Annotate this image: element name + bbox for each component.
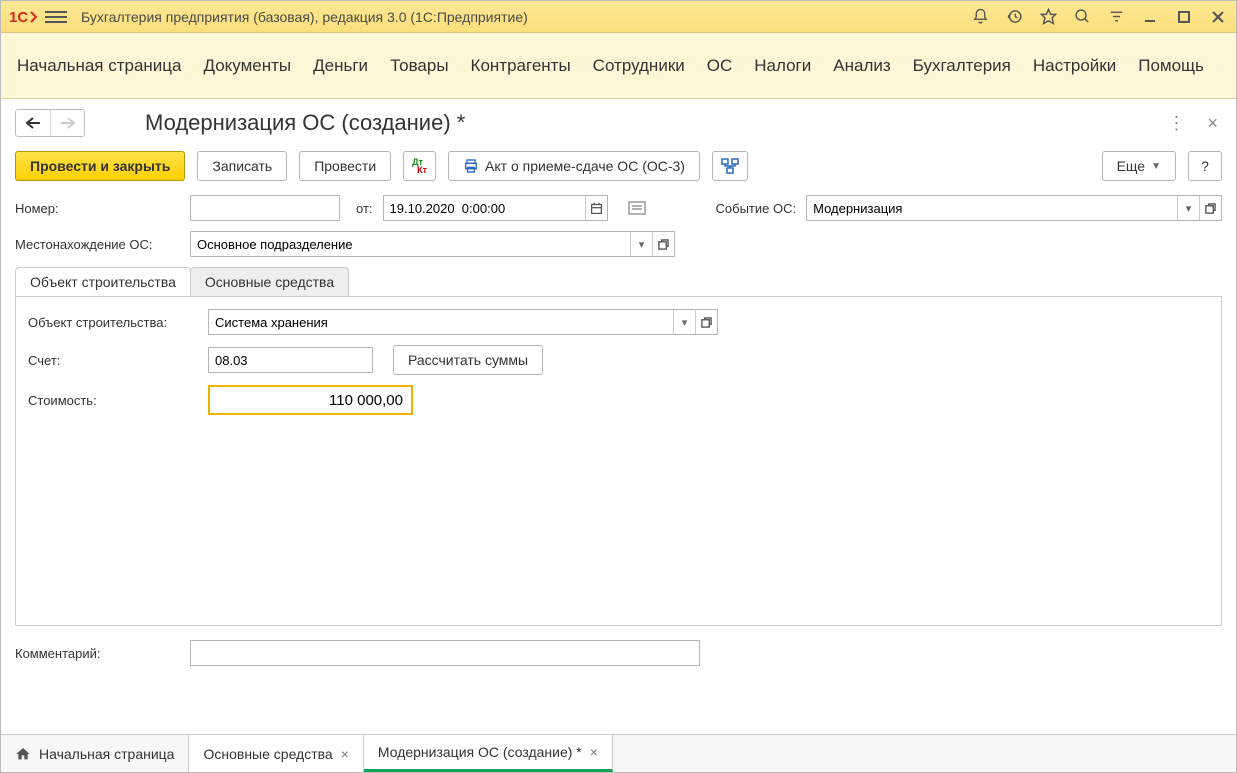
open-icon[interactable] [652,232,674,256]
content-area: Модернизация ОС (создание) * ⋮ × Провест… [1,99,1236,734]
number-label: Номер: [15,201,180,216]
date-input[interactable] [383,195,608,221]
window-tab-home[interactable]: Начальная страница [1,735,189,772]
menu-item-documents[interactable]: Документы [204,56,292,76]
tab-panel: Объект строительства: ▾ Счет: ▾ [15,296,1222,626]
open-icon[interactable] [695,310,717,334]
close-window-icon[interactable] [1208,7,1228,27]
close-tab-icon[interactable]: × [341,746,349,762]
menu-item-taxes[interactable]: Налоги [754,56,811,76]
comment-input[interactable] [190,640,700,666]
nav-back-button[interactable] [16,110,50,136]
chevron-down-icon[interactable]: ▾ [630,232,652,256]
object-label: Объект строительства: [28,315,198,330]
comment-label: Комментарий: [15,646,180,661]
chevron-down-icon[interactable]: ▾ [673,310,695,334]
more-label: Еще [1117,158,1146,174]
kebab-icon[interactable]: ⋮ [1163,113,1189,134]
close-page-icon[interactable]: × [1203,113,1222,134]
help-button[interactable]: ? [1188,151,1222,181]
more-button[interactable]: Еще ▼ [1102,151,1176,181]
app-logo: 1C [9,8,37,26]
post-and-close-button[interactable]: Провести и закрыть [15,151,185,181]
object-field[interactable] [209,310,673,334]
page-title: Модернизация ОС (создание) * [145,110,465,136]
svg-text:1C: 1C [9,9,28,26]
location-field[interactable] [191,232,630,256]
cost-label: Стоимость: [28,393,198,408]
tab-construction-object[interactable]: Объект строительства [15,267,191,296]
filter-icon[interactable] [1106,7,1126,27]
printer-icon [463,158,479,174]
dtkt-button[interactable]: Дт Кт [403,151,436,181]
print-act-label: Акт о приеме-сдаче ОС (ОС-3) [485,158,685,174]
list-icon[interactable] [628,201,646,215]
menu-item-help[interactable]: Помощь [1138,56,1204,76]
menu-item-home[interactable]: Начальная страница [17,56,182,76]
structure-icon [721,158,739,174]
print-act-button[interactable]: Акт о приеме-сдаче ОС (ОС-3) [448,151,700,181]
history-icon[interactable] [1004,7,1024,27]
chevron-down-icon: ▼ [1151,161,1161,172]
from-label: от: [356,201,373,216]
menu-item-employees[interactable]: Сотрудники [593,56,685,76]
location-label: Местонахождение ОС: [15,237,180,252]
menu-item-analysis[interactable]: Анализ [833,56,890,76]
account-field[interactable] [209,348,397,372]
event-label: Событие ОС: [716,201,797,216]
window-title: Бухгалтерия предприятия (базовая), редак… [81,9,970,25]
bell-icon[interactable] [970,7,990,27]
cost-input[interactable] [208,385,413,415]
object-combo[interactable]: ▾ [208,309,718,335]
event-field[interactable] [807,196,1177,220]
menu-item-settings[interactable]: Настройки [1033,56,1116,76]
account-combo[interactable]: ▾ [208,347,373,373]
window-tab-assets[interactable]: Основные средства × [189,735,363,772]
event-combo[interactable]: ▾ [806,195,1222,221]
menu-item-goods[interactable]: Товары [390,56,448,76]
hamburger-icon[interactable] [45,6,67,28]
menu-item-counterparties[interactable]: Контрагенты [471,56,571,76]
calculate-button[interactable]: Рассчитать суммы [393,345,543,375]
post-button[interactable]: Провести [299,151,391,181]
menu-item-money[interactable]: Деньги [313,56,368,76]
number-input[interactable] [190,195,340,221]
toolbar: Провести и закрыть Записать Провести Дт … [15,151,1222,181]
close-tab-icon[interactable]: × [590,744,598,760]
save-button[interactable]: Записать [197,151,287,181]
nav-buttons [15,109,85,137]
nav-forward-button[interactable] [50,110,84,136]
tabs: Объект строительства Основные средства [15,267,1222,296]
open-icon[interactable] [1199,196,1221,220]
chevron-down-icon[interactable]: ▾ [1177,196,1199,220]
star-icon[interactable] [1038,7,1058,27]
main-menu: Начальная страница Документы Деньги Това… [1,33,1236,99]
date-field[interactable] [384,196,585,220]
window-tab-home-label: Начальная страница [39,746,174,762]
titlebar: 1C Бухгалтерия предприятия (базовая), ре… [1,1,1236,33]
window-tab-current[interactable]: Модернизация ОС (создание) * × [364,735,613,772]
structure-button[interactable] [712,151,748,181]
window-tabs: Начальная страница Основные средства × М… [1,734,1236,772]
maximize-icon[interactable] [1174,7,1194,27]
dtkt-icon: Дт Кт [412,158,427,174]
window-tab-current-label: Модернизация ОС (создание) * [378,744,582,760]
search-icon[interactable] [1072,7,1092,27]
menu-item-accounting[interactable]: Бухгалтерия [913,56,1011,76]
tab-fixed-assets[interactable]: Основные средства [190,267,349,296]
menu-item-assets[interactable]: ОС [707,56,733,76]
home-icon [15,746,31,762]
minimize-icon[interactable] [1140,7,1160,27]
location-combo[interactable]: ▾ [190,231,675,257]
window-tab-assets-label: Основные средства [203,746,332,762]
account-label: Счет: [28,353,198,368]
calendar-icon[interactable] [585,196,607,220]
